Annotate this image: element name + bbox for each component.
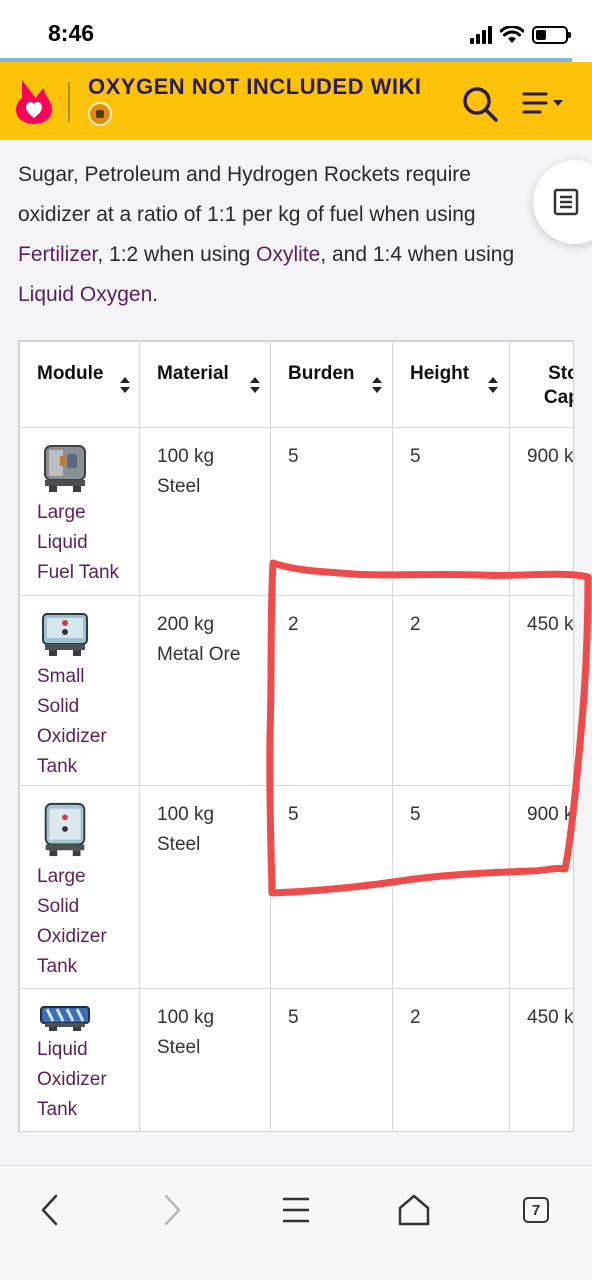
- module-link[interactable]: Large Solid Oxidizer Tank: [37, 866, 107, 977]
- intro-text: .: [152, 283, 159, 306]
- module-link[interactable]: Liquid Oxidizer Tank: [37, 1039, 107, 1120]
- capacity-cell: 450 kg: [509, 595, 573, 786]
- liquid-oxygen-link[interactable]: Liquid Oxygen: [18, 283, 152, 306]
- table-row: Large Solid Oxidizer Tank 100 kg Steel 5…: [19, 785, 573, 989]
- module-link[interactable]: Small Solid Oxidizer Tank: [37, 666, 107, 777]
- home-button[interactable]: [392, 1188, 436, 1232]
- hamburger-icon: [283, 1197, 309, 1223]
- wiki-title[interactable]: OXYGEN NOT INCLUDED WIKI: [88, 74, 421, 100]
- module-link[interactable]: Large Liquid Fuel Tank: [37, 502, 119, 583]
- column-header-height[interactable]: Height: [392, 341, 510, 428]
- height-cell: 5: [392, 785, 510, 989]
- status-time: 8:46: [48, 20, 95, 46]
- forward-button[interactable]: [150, 1188, 194, 1232]
- oxylite-link[interactable]: Oxylite: [256, 243, 320, 266]
- burden-cell: 5: [270, 785, 393, 989]
- intro-text: , and 1:4 when using: [320, 243, 515, 266]
- large-solid-oxidizer-tank-icon[interactable]: [39, 800, 91, 858]
- rocket-modules-table: Module Material Burden Height Storage Ca…: [19, 341, 573, 1131]
- back-button[interactable]: [28, 1188, 72, 1232]
- battery-icon: [532, 26, 571, 44]
- large-liquid-fuel-tank-icon[interactable]: [39, 442, 91, 494]
- sort-icon[interactable]: [488, 377, 498, 393]
- wiki-header: OXYGEN NOT INCLUDED WIKI: [0, 62, 592, 140]
- column-header-storage-capacity[interactable]: Storage Capacity: [509, 341, 573, 428]
- column-header-burden[interactable]: Burden: [270, 341, 393, 428]
- menu-button[interactable]: [274, 1188, 318, 1232]
- forward-icon: [164, 1194, 181, 1226]
- table-of-contents-icon: [553, 188, 579, 216]
- material-cell: 100 kg Steel: [139, 427, 271, 596]
- tab-count: 7: [523, 1197, 549, 1223]
- column-header-material[interactable]: Material: [139, 341, 271, 428]
- status-icons: [470, 24, 571, 46]
- intro-text: , 1:2 when using: [97, 243, 257, 266]
- module-cell: Large Liquid Fuel Tank: [19, 427, 140, 596]
- table-header-row: Module Material Burden Height Storage Ca…: [19, 341, 573, 428]
- burden-cell: 2: [270, 595, 393, 786]
- wifi-icon: [500, 26, 524, 43]
- back-icon: [41, 1194, 58, 1226]
- height-cell: 5: [392, 427, 510, 596]
- fandom-heart-flame-icon[interactable]: [14, 76, 54, 126]
- cellular-signal-icon: [470, 26, 492, 44]
- intro-paragraph: Sugar, Petroleum and Hydrogen Rockets re…: [18, 155, 538, 315]
- home-icon: [398, 1194, 430, 1226]
- sort-icon[interactable]: [120, 377, 130, 393]
- burden-cell: 5: [270, 988, 393, 1131]
- module-cell: Large Solid Oxidizer Tank: [19, 785, 140, 989]
- fertilizer-link[interactable]: Fertilizer: [18, 243, 97, 266]
- wiki-logo-badge-icon: [88, 102, 112, 126]
- rocket-modules-table-scroll[interactable]: Module Material Burden Height Storage Ca…: [18, 340, 574, 1132]
- table-row: Liquid Oxidizer Tank 100 kg Steel 5 2 45…: [19, 988, 573, 1131]
- table-row: Small Solid Oxidizer Tank 200 kg Metal O…: [19, 595, 573, 786]
- sort-icon[interactable]: [250, 377, 260, 393]
- small-solid-oxidizer-tank-icon[interactable]: [39, 610, 91, 658]
- capacity-cell: 900 kg: [509, 785, 573, 989]
- intro-text: Sugar, Petroleum and Hydrogen Rockets re…: [18, 163, 476, 226]
- burden-cell: 5: [270, 427, 393, 596]
- status-bar: 8:46: [0, 0, 592, 62]
- column-header-module[interactable]: Module: [19, 341, 140, 428]
- table-of-contents-button[interactable]: [533, 160, 592, 244]
- capacity-cell: 450 kg: [509, 988, 573, 1131]
- header-divider: [68, 82, 70, 122]
- height-cell: 2: [392, 988, 510, 1131]
- module-cell: Liquid Oxidizer Tank: [19, 988, 140, 1131]
- liquid-oxidizer-tank-icon[interactable]: [39, 1003, 91, 1031]
- module-cell: Small Solid Oxidizer Tank: [19, 595, 140, 786]
- sort-icon[interactable]: [372, 377, 382, 393]
- table-row: Large Liquid Fuel Tank 100 kg Steel 5 5 …: [19, 427, 573, 596]
- height-cell: 2: [392, 595, 510, 786]
- search-icon[interactable]: [460, 84, 500, 124]
- capacity-cell: 900 kg: [509, 427, 573, 596]
- material-cell: 100 kg Steel: [139, 988, 271, 1131]
- material-cell: 100 kg Steel: [139, 785, 271, 989]
- tabs-button[interactable]: 7: [514, 1188, 558, 1232]
- menu-dropdown-icon[interactable]: [518, 86, 570, 122]
- browser-toolbar: 7: [0, 1165, 592, 1280]
- material-cell: 200 kg Metal Ore: [139, 595, 271, 786]
